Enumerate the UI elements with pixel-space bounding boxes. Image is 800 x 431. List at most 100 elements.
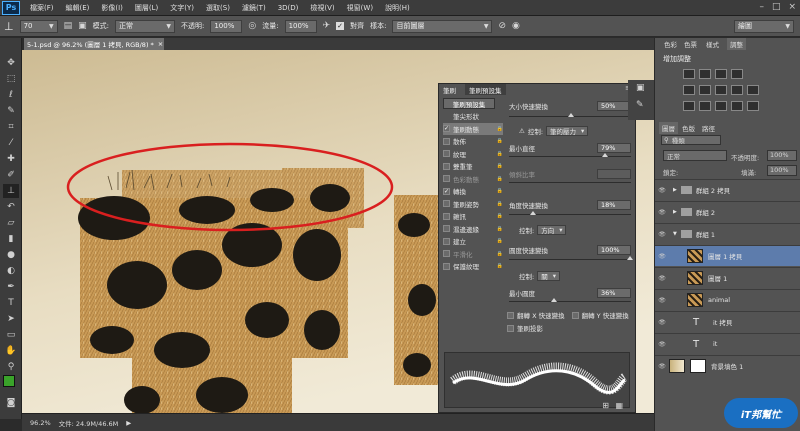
- pen-tool-icon[interactable]: ✒: [3, 280, 19, 294]
- control-select-3[interactable]: 關 ▾: [537, 271, 560, 281]
- lock-icon[interactable]: 🔒: [497, 188, 503, 194]
- eraser-tool-icon[interactable]: ▱: [3, 216, 19, 230]
- layer-row[interactable]: 👁 ▶ 群組 2: [655, 201, 800, 222]
- maximize-button[interactable]: □: [772, 2, 781, 12]
- brush-option-checkbox[interactable]: [443, 262, 450, 270]
- shape-tool-icon[interactable]: ▭: [3, 328, 19, 342]
- brush-tool-icon[interactable]: ✐: [3, 168, 19, 182]
- eyedropper-tool-icon[interactable]: ⁄: [3, 136, 19, 150]
- hue-adjust-icon[interactable]: [699, 85, 711, 95]
- visibility-eye-icon[interactable]: 👁: [655, 209, 669, 216]
- brush-option-checkbox[interactable]: [443, 200, 450, 208]
- airbrush-icon[interactable]: ✈: [323, 21, 331, 31]
- lock-icon[interactable]: 🔒: [497, 176, 503, 182]
- lock-icon[interactable]: 🔒: [497, 263, 503, 269]
- layer-mask-thumbnail[interactable]: [690, 359, 706, 373]
- size-jitter-slider[interactable]: [509, 113, 631, 117]
- color-balance-adjust-icon[interactable]: [715, 85, 727, 95]
- projection-checkbox[interactable]: [507, 324, 514, 332]
- close-tab-icon[interactable]: ×: [158, 40, 163, 48]
- angle-jitter-slider[interactable]: [509, 211, 631, 215]
- lock-icon[interactable]: 🔒: [497, 238, 503, 244]
- dodge-tool-icon[interactable]: ◐: [3, 264, 19, 278]
- chevron-right-icon[interactable]: ▶: [673, 209, 677, 215]
- tab-color[interactable]: 色彩: [661, 38, 680, 50]
- menu-view[interactable]: 檢視(V): [304, 3, 340, 13]
- quick-select-tool-icon[interactable]: ✎: [3, 104, 19, 118]
- lock-icon[interactable]: 🔒: [497, 213, 503, 219]
- lock-icon[interactable]: 🔒: [497, 151, 503, 157]
- chevron-right-icon[interactable]: ▶: [126, 419, 131, 427]
- history-icon[interactable]: ▣: [636, 83, 645, 93]
- slider-knob[interactable]: [530, 211, 537, 215]
- menu-edit[interactable]: 編輯(E): [60, 3, 96, 13]
- visibility-eye-icon[interactable]: 👁: [655, 319, 669, 326]
- type-tool-icon[interactable]: T: [3, 296, 19, 310]
- aligned-checkbox[interactable]: ✓: [336, 22, 345, 30]
- gradient-tool-icon[interactable]: ▮: [3, 232, 19, 246]
- visibility-eye-icon[interactable]: 👁: [655, 275, 669, 282]
- control-select-2[interactable]: 方向 ▾: [537, 225, 567, 235]
- clone-source-icon[interactable]: ▣: [78, 21, 87, 31]
- pressure-size-icon[interactable]: ◉: [512, 21, 520, 31]
- menu-select[interactable]: 選取(S): [200, 3, 236, 13]
- levels-adjust-icon[interactable]: [699, 69, 711, 79]
- opacity-input[interactable]: 100%: [210, 19, 243, 33]
- sample-select[interactable]: 目前圖層 ▼: [392, 19, 493, 33]
- invert-adjust-icon[interactable]: [683, 101, 695, 111]
- mode-select[interactable]: 正常 ▼: [114, 19, 175, 33]
- min-diameter-slider[interactable]: [509, 153, 631, 157]
- menu-file[interactable]: 檔案(F): [24, 3, 60, 13]
- menu-image[interactable]: 影像(I): [95, 3, 129, 13]
- brush-option-checkbox[interactable]: [443, 250, 450, 258]
- min-roundness-slider[interactable]: [509, 298, 631, 302]
- brush-option-checkbox[interactable]: ✓: [443, 125, 450, 133]
- brush-option-row[interactable]: 筆刷姿勢 🔒: [443, 198, 503, 211]
- roundness-jitter-slider[interactable]: [509, 256, 633, 260]
- flip-x-checkbox[interactable]: [507, 311, 514, 319]
- move-tool-icon[interactable]: ✥: [3, 56, 19, 70]
- layer-row[interactable]: 👁 圖層 1: [655, 267, 800, 288]
- visibility-eye-icon[interactable]: 👁: [655, 231, 669, 238]
- brush-option-checkbox[interactable]: [443, 225, 450, 233]
- fill-input[interactable]: 100%: [767, 165, 797, 176]
- brush-option-row[interactable]: 建立 🔒: [443, 235, 503, 248]
- clone-stamp-tool-icon[interactable]: ⊥: [3, 184, 19, 198]
- brush-option-row[interactable]: 濕邊邊緣 🔒: [443, 223, 503, 236]
- slider-knob[interactable]: [568, 113, 574, 117]
- menu-window[interactable]: 視窗(W): [341, 3, 379, 13]
- layer-kind-filter[interactable]: ⚲ 種類: [661, 135, 721, 145]
- brush-option-checkbox[interactable]: [443, 237, 450, 245]
- brush-option-checkbox[interactable]: ✓: [443, 187, 450, 195]
- chevron-down-icon[interactable]: ▼: [673, 231, 677, 237]
- quick-mask-icon[interactable]: ◙: [3, 396, 19, 410]
- ignore-adjustment-icon[interactable]: ⊘: [498, 21, 506, 31]
- visibility-eye-icon[interactable]: 👁: [655, 341, 669, 348]
- layer-row[interactable]: 👁 ▼ 群組 1: [655, 223, 800, 244]
- tab-styles[interactable]: 樣式: [703, 38, 722, 50]
- tab-paths[interactable]: 路徑: [699, 122, 718, 134]
- slider-knob[interactable]: [551, 298, 558, 302]
- clone-stamp-tool-icon[interactable]: ⊥: [4, 20, 14, 33]
- bw-adjust-icon[interactable]: [731, 85, 743, 95]
- brush-presets-button[interactable]: 筆刷預設集: [443, 98, 495, 109]
- brush-option-checkbox[interactable]: [443, 162, 450, 170]
- grid-icon[interactable]: ▦: [615, 401, 623, 410]
- brush-option-row[interactable]: ✓ 轉換 🔒: [443, 185, 503, 198]
- layer-row[interactable]: 👁 圖層 1 拷貝: [655, 245, 800, 266]
- brush-panel-toggle-icon[interactable]: ▤: [64, 21, 73, 31]
- brush-option-checkbox[interactable]: [443, 212, 450, 220]
- lock-icon[interactable]: 🔒: [497, 226, 503, 232]
- layer-row[interactable]: 👁 背景填色 1: [655, 355, 800, 376]
- brush-option-row[interactable]: 平滑化 🔒: [443, 248, 503, 261]
- doc-size-readout[interactable]: 文件: 24.9M/46.6M: [59, 418, 119, 428]
- brush-option-row[interactable]: 雜訊 🔒: [443, 210, 503, 223]
- blend-mode-select[interactable]: 正常: [663, 150, 727, 161]
- healing-tool-icon[interactable]: ✚: [3, 152, 19, 166]
- brush-option-row[interactable]: ✓ 筆刷動態 🔒: [443, 122, 503, 135]
- pressure-opacity-icon[interactable]: ◎: [248, 21, 256, 31]
- slider-knob[interactable]: [602, 153, 609, 157]
- visibility-eye-icon[interactable]: 👁: [655, 363, 669, 370]
- brush-option-row[interactable]: 保護紋理 🔒: [443, 260, 503, 273]
- gradient-map-adjust-icon[interactable]: [731, 101, 743, 111]
